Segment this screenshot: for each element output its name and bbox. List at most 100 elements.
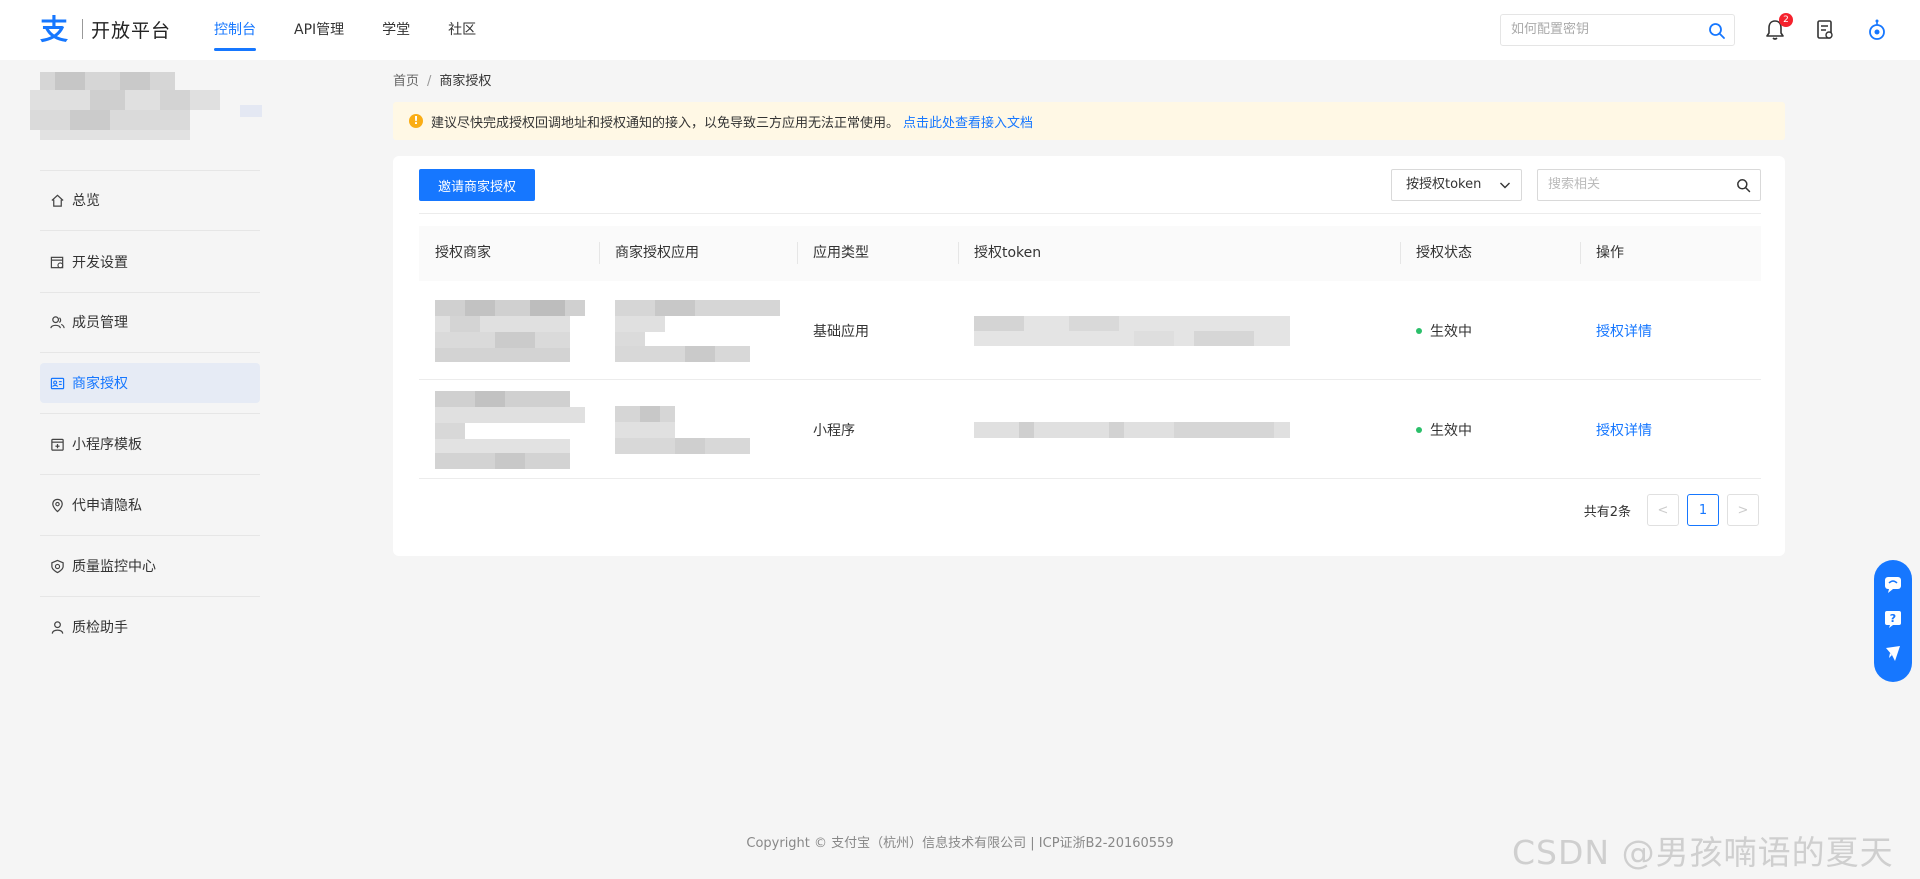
document-icon[interactable] (1814, 18, 1836, 42)
pagination-next-button[interactable]: > (1727, 494, 1759, 526)
search-icon[interactable] (1736, 178, 1751, 193)
robot-icon[interactable] (1866, 18, 1888, 42)
cell-auth-token (958, 281, 1290, 380)
sidebar-divider (40, 292, 260, 293)
logo-divider (82, 19, 83, 39)
help-icon[interactable]: ? (1883, 609, 1903, 629)
sidebar-item-label: 质检助手 (72, 620, 128, 636)
alipay-logo-icon: 支 (40, 14, 68, 44)
cell-merchant (419, 281, 587, 380)
account-avatar-blurred (30, 72, 262, 140)
nav-academy[interactable]: 学堂 (382, 0, 410, 60)
cell-merchant (419, 380, 587, 479)
header-search-input[interactable] (1511, 22, 1701, 37)
sidebar-item-label: 小程序模板 (72, 437, 142, 453)
sidebar-item-members[interactable]: 成员管理 (40, 302, 260, 342)
nav-community[interactable]: 社区 (448, 0, 476, 60)
cell-auth-status: 生效中 (1400, 380, 1472, 479)
auth-app-blurred (615, 405, 750, 454)
sidebar-divider (40, 170, 260, 171)
members-icon (50, 315, 65, 328)
cell-app-type: 小程序 (813, 422, 855, 439)
col-header-auth-app: 商家授权应用 (615, 245, 699, 261)
auth-table: 授权商家 商家授权应用 应用类型 授权token 授权状态 操作 基础应用 生效… (419, 226, 1761, 479)
floating-help-bar: ? (1874, 560, 1912, 682)
logo-text: 开放平台 (91, 19, 172, 42)
merchant-blurred (435, 390, 585, 469)
alert-text: 建议尽快完成授权回调地址和授权通知的接入，以免导致三方应用无法正常使用。 (431, 115, 900, 131)
breadcrumb-home[interactable]: 首页 (393, 74, 419, 89)
auth-detail-link[interactable]: 授权详情 (1596, 420, 1652, 440)
chevron-down-icon (1500, 182, 1510, 189)
top-header: 支 开放平台 控制台 API管理 学堂 社区 2 (0, 0, 1920, 60)
table-header: 授权商家 商家授权应用 应用类型 授权token 授权状态 操作 (419, 226, 1761, 281)
feedback-icon[interactable] (1883, 644, 1903, 664)
cell-app-type: 基础应用 (813, 323, 869, 340)
sidebar-item-mini-program-template[interactable]: 小程序模板 (40, 424, 260, 464)
sidebar-item-privacy-application[interactable]: 代申请隐私 (40, 485, 260, 525)
status-active-dot (1416, 327, 1422, 334)
quality-monitor-icon (51, 559, 64, 573)
table-row: 小程序 生效中 授权详情 (419, 380, 1761, 479)
chat-icon[interactable] (1883, 574, 1903, 594)
sidebar-item-label: 开发设置 (72, 255, 128, 271)
col-header-app-type: 应用类型 (813, 245, 869, 261)
template-icon (51, 438, 64, 451)
cell-auth-status: 生效中 (1400, 281, 1472, 380)
sidebar-divider (40, 413, 260, 414)
sidebar-item-qc-assistant[interactable]: 质检助手 (40, 607, 260, 647)
top-nav: 控制台 API管理 学堂 社区 (214, 0, 514, 60)
sidebar-item-overview[interactable]: 总览 (40, 180, 260, 220)
cell-auth-token (958, 380, 1290, 479)
sidebar-item-quality-monitor[interactable]: 质量监控中心 (40, 546, 260, 586)
alert-doc-link[interactable]: 点击此处查看接入文档 (903, 112, 1033, 131)
pagination-total: 共有2条 (1583, 504, 1631, 520)
col-header-auth-status: 授权状态 (1416, 245, 1472, 261)
table-search[interactable] (1537, 169, 1761, 201)
csdn-watermark: CSDN @男孩喃语的夏天 (1512, 833, 1894, 872)
sidebar-item-dev-settings[interactable]: 开发设置 (40, 242, 260, 282)
auth-token-blurred (974, 315, 1290, 346)
status-text: 生效中 (1430, 323, 1472, 340)
sidebar-divider (40, 230, 260, 231)
breadcrumb-current: 商家授权 (439, 74, 492, 89)
cell-auth-app (599, 281, 780, 380)
sidebar-divider (40, 352, 260, 353)
sidebar-item-label: 总览 (72, 193, 100, 209)
cell-auth-app (599, 380, 755, 479)
pagination-page-1[interactable]: 1 (1687, 494, 1719, 526)
status-text: 生效中 (1430, 422, 1472, 439)
svg-text:支: 支 (40, 14, 68, 44)
sidebar-divider (40, 474, 260, 475)
svg-text:?: ? (1890, 612, 1896, 625)
nav-api-management[interactable]: API管理 (294, 0, 344, 60)
cell-actions: 授权详情 (1580, 281, 1652, 380)
warning-icon: ! (409, 114, 423, 128)
pagination-prev-button[interactable]: < (1647, 494, 1679, 526)
platform-logo[interactable]: 支 开放平台 (40, 14, 171, 44)
invite-merchant-button[interactable]: 邀请商家授权 (419, 169, 535, 201)
merchant-auth-card: 邀请商家授权 按授权token 授权商家 商家授权应用 应用类型 授权token… (393, 156, 1785, 556)
notification-badge: 2 (1779, 13, 1793, 27)
filter-select[interactable]: 按授权token (1391, 169, 1522, 201)
nav-console[interactable]: 控制台 (214, 0, 256, 60)
search-icon[interactable] (1708, 22, 1726, 40)
header-search[interactable] (1500, 14, 1735, 46)
dev-settings-icon (50, 256, 64, 268)
col-header-auth-token: 授权token (974, 245, 1042, 261)
sidebar-item-label: 质量监控中心 (72, 559, 156, 575)
cell-actions: 授权详情 (1580, 380, 1652, 479)
col-header-actions: 操作 (1596, 245, 1624, 261)
table-search-input[interactable] (1548, 177, 1728, 192)
sidebar-item-label: 商家授权 (72, 376, 128, 392)
breadcrumb-separator: / (427, 74, 432, 89)
col-header-merchant: 授权商家 (435, 245, 491, 261)
auth-detail-link[interactable]: 授权详情 (1596, 321, 1652, 341)
sidebar-divider (40, 596, 260, 597)
status-active-dot (1416, 426, 1422, 433)
merchant-blurred (435, 299, 585, 362)
sidebar-item-merchant-auth[interactable]: 商家授权 (40, 363, 260, 403)
user-icon (51, 620, 64, 634)
filter-select-value: 按授权token (1406, 177, 1482, 192)
pagination: 共有2条 < 1 > (1584, 494, 1759, 526)
